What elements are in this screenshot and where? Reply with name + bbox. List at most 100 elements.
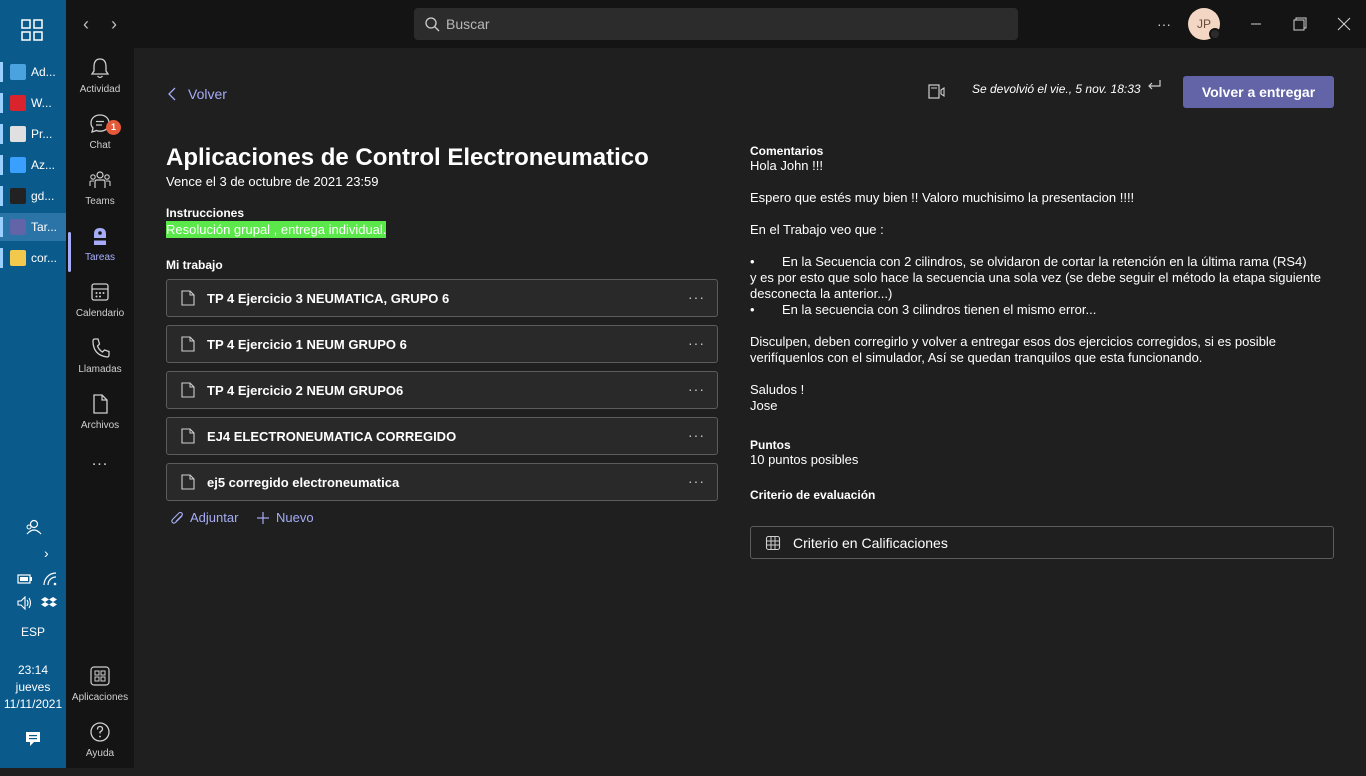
new-file-button[interactable]: Nuevo	[256, 510, 314, 525]
taskbar-app-label: Az...	[31, 158, 56, 172]
attached-file[interactable]: TP 4 Ejercicio 3 NEUMATICA, GRUPO 6 ···	[166, 279, 718, 317]
document-icon	[181, 428, 195, 444]
attached-file[interactable]: ej5 corregido electroneumatica ···	[166, 463, 718, 501]
appbar-calendario[interactable]: Calendario	[66, 280, 134, 336]
wifi-icon[interactable]	[43, 572, 57, 586]
dropbox-icon[interactable]	[41, 596, 57, 610]
help-icon	[90, 722, 110, 742]
comment-line: Espero que estés muy bien !! Valoro much…	[750, 190, 1135, 205]
taskbar-app-indicator	[0, 93, 3, 113]
appbar-label: Teams	[85, 196, 115, 207]
clock-day[interactable]: jueves	[0, 680, 66, 694]
back-button[interactable]: Volver	[168, 86, 227, 102]
appbar-label: Tareas	[84, 252, 115, 263]
document-icon	[181, 474, 195, 490]
taskbar-app-icon	[10, 219, 26, 235]
apps-icon	[90, 666, 110, 686]
assignment-title: Aplicaciones de Control Electroneumatico	[166, 144, 649, 171]
comment-signature: Jose	[750, 398, 778, 413]
new-label: Nuevo	[276, 510, 314, 525]
resubmit-button[interactable]: Volver a entregar	[1183, 76, 1334, 108]
phone-icon	[92, 338, 110, 358]
notifications-icon[interactable]	[25, 731, 41, 747]
appbar-tareas[interactable]: Tareas	[66, 224, 134, 280]
comment-line: Disculpen, deben corregirlo y volver a e…	[750, 334, 1277, 365]
more-options-icon[interactable]: ···	[688, 473, 705, 489]
settings-more-button[interactable]: ···	[1150, 10, 1178, 38]
teams-icon	[89, 171, 111, 188]
feedback-panel: Comentarios Hola John !!! Espero que est…	[750, 144, 1340, 414]
battery-icon[interactable]	[17, 573, 33, 585]
back-arrow-icon[interactable]: ‹	[76, 12, 96, 36]
criteria-label: Criterio de evaluación	[750, 488, 876, 502]
close-icon[interactable]	[1330, 10, 1358, 38]
assignment-detail: Volver Se devolvió el vie., 5 nov. 18:33…	[134, 48, 1366, 768]
grid-table-icon	[765, 535, 781, 550]
appbar-label: Calendario	[75, 308, 125, 319]
search-input[interactable]	[446, 16, 1006, 32]
clock-date[interactable]: 11/11/2021	[0, 697, 66, 711]
people-icon[interactable]	[24, 518, 42, 536]
taskbar-app[interactable]: Az...	[0, 151, 66, 179]
appbar-more-button[interactable]: ...	[66, 452, 134, 470]
appbar-teams[interactable]: Teams	[66, 168, 134, 224]
immersive-reader-icon[interactable]	[928, 82, 946, 100]
comment-bullet-text: En la Secuencia con 2 cilindros, se olvi…	[782, 254, 1307, 269]
search-icon	[425, 17, 440, 32]
taskbar-app[interactable]: Tar...	[0, 213, 66, 241]
attached-file[interactable]: TP 4 Ejercicio 1 NEUM GRUPO 6 ···	[166, 325, 718, 363]
taskbar-app-label: gd...	[31, 189, 55, 203]
comment-bullet-text: En la secuencia con 3 cilindros tienen e…	[782, 302, 1097, 317]
clock-time[interactable]: 23:14	[0, 663, 66, 677]
forward-arrow-icon[interactable]: ›	[104, 12, 124, 36]
taskbar-app-icon	[10, 126, 26, 142]
comment-line: y es por esto que solo hace la secuencia…	[750, 270, 1321, 301]
taskbar-app[interactable]: cor...	[0, 244, 66, 272]
taskbar-app-icon	[10, 64, 26, 80]
appbar-label: Actividad	[79, 84, 121, 95]
appbar-chat[interactable]: 1 Chat	[66, 112, 134, 168]
more-options-icon[interactable]: ···	[688, 335, 705, 351]
minimize-icon[interactable]	[1242, 10, 1270, 38]
return-arrow-icon	[1148, 80, 1161, 90]
file-name: TP 4 Ejercicio 1 NEUM GRUPO 6	[207, 336, 407, 352]
taskbar-app[interactable]: Ad...	[0, 58, 66, 86]
taskbar-app-label: Pr...	[31, 127, 53, 141]
taskbar-app-label: Tar...	[31, 220, 58, 234]
comment-bullet: • En la secuencia con 3 cilindros tienen …	[750, 302, 1097, 317]
taskbar-app-indicator	[0, 155, 3, 175]
restore-icon[interactable]	[1286, 10, 1314, 38]
chat-unread-badge: 1	[106, 120, 121, 135]
my-work-label: Mi trabajo	[166, 258, 223, 272]
start-grid-icon[interactable]	[20, 18, 44, 42]
more-options-icon[interactable]: ···	[688, 289, 705, 305]
points-value: 10 puntos posibles	[750, 452, 859, 467]
volume-icon[interactable]	[17, 596, 33, 610]
appbar-archivos[interactable]: Archivos	[66, 392, 134, 448]
document-icon	[181, 290, 195, 306]
bell-icon	[90, 58, 110, 79]
attach-button[interactable]: Adjuntar	[170, 510, 238, 525]
more-options-icon[interactable]: ···	[688, 381, 705, 397]
assignments-icon	[93, 228, 107, 245]
tray-expand-icon[interactable]: ›	[44, 545, 49, 561]
attached-file[interactable]: EJ4 ELECTRONEUMATICA CORREGIDO ···	[166, 417, 718, 455]
appbar-label: Ayuda	[85, 748, 115, 759]
appbar-aplicaciones[interactable]: Aplicaciones	[66, 664, 134, 720]
taskbar-app[interactable]: W...	[0, 89, 66, 117]
search-box[interactable]	[414, 8, 1018, 40]
presence-status-icon	[1209, 28, 1221, 40]
taskbar-app[interactable]: Pr...	[0, 120, 66, 148]
attached-file[interactable]: TP 4 Ejercicio 2 NEUM GRUPO6 ···	[166, 371, 718, 409]
due-date: Vence el 3 de octubre de 2021 23:59	[166, 174, 379, 189]
taskbar-app-label: cor...	[31, 251, 58, 265]
appbar-llamadas[interactable]: Llamadas	[66, 336, 134, 392]
taskbar-app-icon	[10, 188, 26, 204]
language-indicator[interactable]: ESP	[0, 625, 66, 639]
rubric-button[interactable]: Criterio en Calificaciones	[750, 526, 1334, 559]
taskbar-app[interactable]: gd...	[0, 182, 66, 210]
attach-label: Adjuntar	[190, 510, 239, 525]
appbar-actividad[interactable]: Actividad	[66, 56, 134, 112]
comment-closing: Saludos !	[750, 382, 805, 397]
more-options-icon[interactable]: ···	[688, 427, 705, 443]
